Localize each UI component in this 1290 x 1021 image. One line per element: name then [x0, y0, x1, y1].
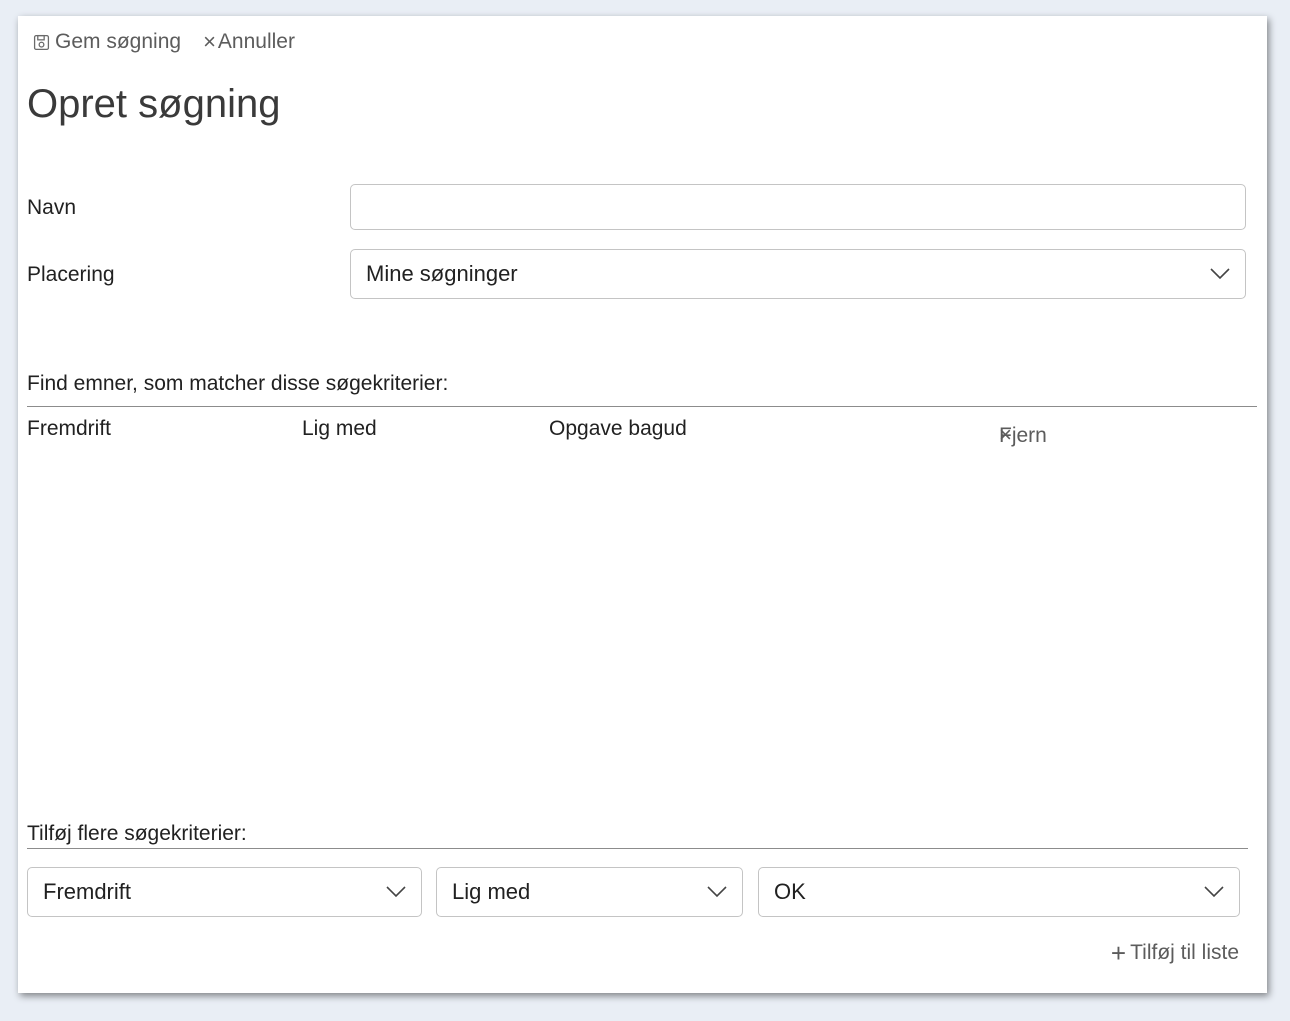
close-icon: × [203, 29, 216, 54]
name-input[interactable] [350, 184, 1246, 230]
value-select[interactable]: OK [758, 867, 1240, 917]
chevron-down-icon [707, 886, 727, 898]
location-select-value: Mine søgninger [366, 261, 518, 286]
criteria-field: Fremdrift [27, 417, 111, 440]
criteria-divider [27, 406, 1257, 407]
save-search-label: Gem søgning [55, 30, 182, 53]
cancel-button[interactable]: × Annuller [203, 30, 295, 54]
toolbar: Gem søgning × Annuller [33, 30, 295, 54]
create-search-panel: Gem søgning × Annuller Opret søgning Nav… [18, 16, 1267, 993]
chevron-down-icon [1210, 268, 1230, 280]
operator-select[interactable]: Lig med [436, 867, 743, 917]
cancel-label: Annuller [217, 30, 295, 53]
name-label: Navn [27, 196, 77, 219]
chevron-down-icon [1204, 886, 1224, 898]
chevron-down-icon [386, 886, 406, 898]
add-criteria-heading: Tilføj flere søgekriterier: [27, 822, 247, 845]
page-title: Opret søgning [27, 82, 281, 126]
location-select[interactable]: Mine søgninger [350, 249, 1246, 299]
operator-select-value: Lig med [452, 879, 531, 904]
field-select[interactable]: Fremdrift [27, 867, 422, 917]
save-icon [33, 34, 50, 50]
value-select-value: OK [774, 879, 806, 904]
criteria-heading: Find emner, som matcher disse søgekriter… [27, 372, 449, 395]
add-to-list-button[interactable]: + Tilføj til liste [1111, 940, 1239, 966]
save-search-button[interactable]: Gem søgning [33, 30, 181, 54]
add-criteria-divider [27, 848, 1248, 849]
plus-icon: + [1110, 938, 1127, 968]
add-to-list-label: Tilføj til liste [1130, 941, 1239, 964]
field-select-value: Fremdrift [43, 879, 131, 904]
criteria-row: Fremdrift Lig med Opgave bagud × Fjern [27, 417, 1257, 453]
criteria-value: Opgave bagud [549, 417, 687, 440]
criteria-operator: Lig med [302, 417, 377, 440]
remove-label: Fjern [999, 424, 1047, 447]
location-label: Placering [27, 263, 115, 286]
